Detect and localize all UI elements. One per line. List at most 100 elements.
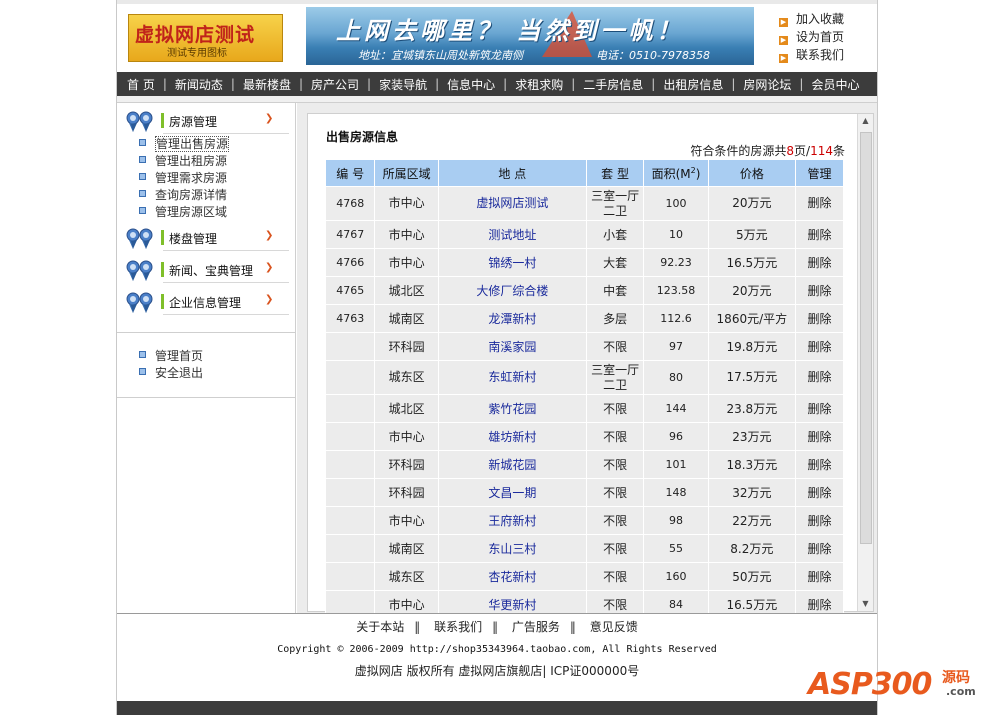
location-link[interactable]: 锦绣一村 <box>488 256 536 270</box>
chevron-down-icon[interactable]: ❯ <box>265 294 273 305</box>
menu-logout[interactable]: 安全退出 <box>139 365 203 382</box>
delete-link[interactable]: 删除 <box>807 196 831 210</box>
location-link[interactable]: 新城花园 <box>488 458 536 472</box>
location-link[interactable]: 华更新村 <box>488 598 536 612</box>
menu-manage-region[interactable]: 管理房源区域 <box>139 204 229 221</box>
nav-new-properties[interactable]: 最新楼盘 <box>243 76 291 93</box>
delete-link[interactable]: 删除 <box>807 458 831 472</box>
location-link[interactable]: 王府新村 <box>488 514 536 528</box>
delete-link[interactable]: 删除 <box>807 486 831 500</box>
chevron-down-icon[interactable]: ❯ <box>265 113 273 124</box>
cell-type: 大套 <box>586 249 644 276</box>
cell-location: 雄坊新村 <box>438 423 586 450</box>
nav-member-center[interactable]: 会员中心 <box>811 76 859 93</box>
nav-rental[interactable]: 出租房信息 <box>663 76 723 93</box>
cell-location: 王府新村 <box>438 507 586 534</box>
delete-link[interactable]: 删除 <box>807 256 831 270</box>
add-favorite-link[interactable]: ▶ 加入收藏 <box>779 10 874 28</box>
footer-about[interactable]: 关于本站 <box>356 620 404 634</box>
cell-price: 5万元 <box>708 221 795 248</box>
scroll-up-icon[interactable]: ▲ <box>858 114 873 128</box>
location-link[interactable]: 文昌一期 <box>488 486 536 500</box>
page-frame: 虚拟网店测试 测试专用图标 上网去哪里？ 当然到一帆！ 地址：宜城镇东山周处新筑… <box>116 0 878 715</box>
square-bullet-icon <box>139 156 146 163</box>
footer-feedback[interactable]: 意见反馈 <box>590 620 638 634</box>
footer-contact[interactable]: 联系我们 <box>434 620 482 634</box>
delete-link[interactable]: 删除 <box>807 542 831 556</box>
header-banner[interactable]: 上网去哪里？ 当然到一帆！ 地址：宜城镇东山周处新筑龙南侧 电话：0510-79… <box>306 7 754 65</box>
cell-type: 不限 <box>586 451 644 478</box>
delete-link[interactable]: 删除 <box>807 284 831 298</box>
set-homepage-link[interactable]: ▶ 设为首页 <box>779 28 874 46</box>
menu-manage-rent[interactable]: 管理出租房源 <box>139 153 229 170</box>
nav-rent-buy[interactable]: 求租求购 <box>515 76 563 93</box>
menu-manage-sale[interactable]: 管理出售房源 <box>139 136 230 153</box>
location-link[interactable]: 龙潭新村 <box>488 312 536 326</box>
table-row: 城南区 东山三村 不限 55 8.2万元 删除 <box>326 535 843 562</box>
location-link[interactable]: 雄坊新村 <box>488 430 536 444</box>
nav-home[interactable]: 首 页 <box>127 76 155 93</box>
nav-forum[interactable]: 房网论坛 <box>743 76 791 93</box>
menu-query-detail[interactable]: 查询房源详情 <box>139 187 229 204</box>
delete-link[interactable]: 删除 <box>807 430 831 444</box>
chevron-down-icon[interactable]: ❯ <box>265 230 273 241</box>
footer-ads[interactable]: 广告服务 <box>512 620 560 634</box>
delete-link[interactable]: 删除 <box>807 312 831 326</box>
cell-id <box>326 479 375 506</box>
table-row: 环科园 新城花园 不限 101 18.3万元 删除 <box>326 451 843 478</box>
table-row: 4765 城北区 大修厂综合楼 中套 123.58 20万元 删除 <box>326 277 843 304</box>
delete-link[interactable]: 删除 <box>807 228 831 242</box>
location-link[interactable]: 南溪家园 <box>488 340 536 354</box>
location-link[interactable]: 杏花新村 <box>488 570 536 584</box>
banner-slogan: 上网去哪里？ 当然到一帆！ <box>336 17 685 45</box>
delete-link[interactable]: 删除 <box>807 598 831 612</box>
sidebar-section-company[interactable]: 企业信息管理 ❯ <box>123 288 289 316</box>
nav-second-hand[interactable]: 二手房信息 <box>583 76 643 93</box>
nav-companies[interactable]: 房产公司 <box>311 76 359 93</box>
ribbon-icon <box>126 260 153 281</box>
cell-location: 东虹新村 <box>438 361 586 394</box>
delete-link[interactable]: 删除 <box>807 340 831 354</box>
cell-area: 城东区 <box>375 563 438 590</box>
site-logo[interactable]: 虚拟网店测试 测试专用图标 <box>128 14 283 62</box>
sidebar-section-news[interactable]: 新闻、宝典管理 ❯ <box>123 256 289 284</box>
delete-link[interactable]: 删除 <box>807 402 831 416</box>
sidebar-section-listings[interactable]: 房源管理 ❯ <box>123 107 289 135</box>
cell-size: 92.23 <box>644 249 708 276</box>
nav-news[interactable]: 新闻动态 <box>175 76 223 93</box>
main-nav: 首 页 | 新闻动态 | 最新楼盘 | 房产公司 | 家装导航 | 信息中心 | 求租求购 |… <box>117 72 877 96</box>
cell-size: 98 <box>644 507 708 534</box>
scroll-thumb[interactable] <box>860 132 872 544</box>
watermark-text: ASP300 <box>808 667 932 702</box>
menu-manage-demand[interactable]: 管理需求房源 <box>139 170 229 187</box>
nav-decoration[interactable]: 家装导航 <box>379 76 427 93</box>
location-link[interactable]: 紫竹花园 <box>488 402 536 416</box>
section-title: 新闻、宝典管理 <box>169 264 254 278</box>
location-link[interactable]: 东山三村 <box>488 542 536 556</box>
contact-us-link[interactable]: ▶ 联系我们 <box>779 46 874 64</box>
chevron-down-icon[interactable]: ❯ <box>265 262 273 273</box>
cell-type: 不限 <box>586 333 644 360</box>
sidebar-section-buildings[interactable]: 楼盘管理 ❯ <box>123 224 289 252</box>
arrow-right-icon: ▶ <box>779 36 788 45</box>
banner-phone: 电话：0510-7978358 <box>596 49 710 62</box>
watermark-cn: 源码 <box>942 670 970 686</box>
location-link[interactable]: 测试地址 <box>488 228 536 242</box>
vertical-scrollbar[interactable]: ▲ ▼ <box>857 114 873 611</box>
listing-table: 编 号 所属区域 地 点 套 型 面积(M2) 价格 管理 4768 市中心 虚拟网… <box>325 159 844 619</box>
menu-admin-home[interactable]: 管理首页 <box>139 348 203 365</box>
location-link[interactable]: 东虹新村 <box>488 370 536 384</box>
location-link[interactable]: 大修厂综合楼 <box>476 284 548 298</box>
delete-link[interactable]: 删除 <box>807 514 831 528</box>
cell-size: 101 <box>644 451 708 478</box>
cell-action: 删除 <box>796 535 843 562</box>
delete-link[interactable]: 删除 <box>807 570 831 584</box>
cell-area: 城北区 <box>375 395 438 422</box>
location-link[interactable]: 虚拟网店测试 <box>476 196 548 210</box>
table-row: 市中心 雄坊新村 不限 96 23万元 删除 <box>326 423 843 450</box>
cell-id <box>326 563 375 590</box>
scroll-down-icon[interactable]: ▼ <box>858 597 873 611</box>
cell-price: 16.5万元 <box>708 249 795 276</box>
nav-info-center[interactable]: 信息中心 <box>447 76 495 93</box>
delete-link[interactable]: 删除 <box>807 370 831 384</box>
